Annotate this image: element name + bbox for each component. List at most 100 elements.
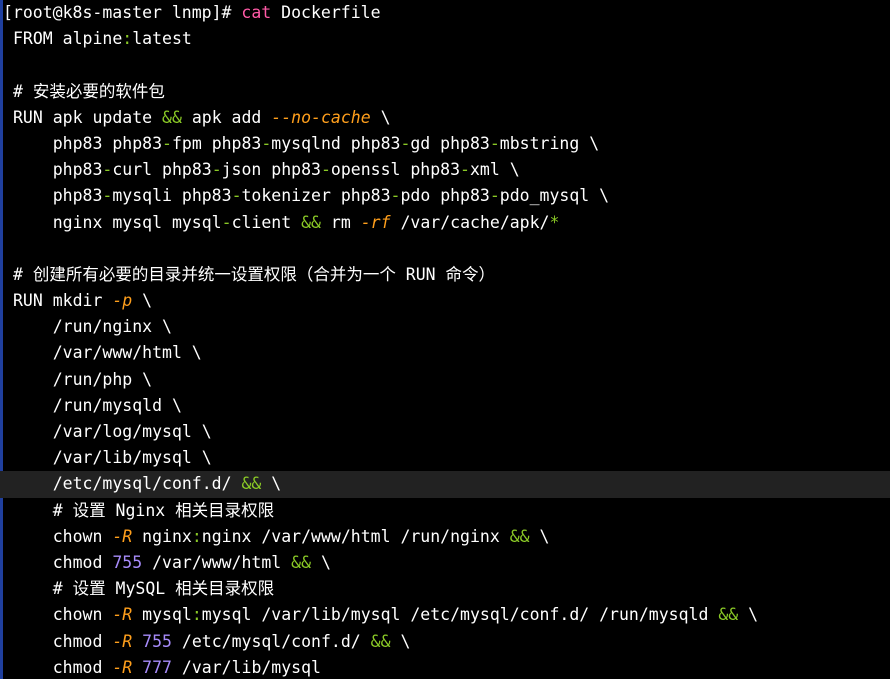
terminal-text: php83 php83: [13, 133, 163, 153]
terminal-text: :: [191, 526, 202, 546]
terminal-text: nginx: [132, 526, 192, 546]
terminal-line: /var/www/html \: [0, 340, 890, 366]
terminal-text: -: [320, 160, 331, 180]
terminal-text: /run/mysqld \: [13, 395, 182, 415]
terminal-text: -R: [112, 657, 133, 677]
terminal-text: -: [211, 160, 222, 180]
terminal-line: php83 php83-fpm php83-mysqlnd php83-gd p…: [0, 131, 890, 157]
terminal-line: /run/php \: [0, 367, 890, 393]
terminal-text: /run/nginx \: [13, 317, 172, 337]
terminal-text: *: [549, 212, 560, 232]
terminal-text: chmod: [13, 552, 113, 572]
terminal-text: -: [460, 160, 470, 180]
terminal-text: RUN apk update: [13, 107, 163, 127]
terminal-line: # 安装必要的软件包: [0, 79, 890, 105]
terminal-text: \: [370, 107, 391, 127]
terminal-text: -: [261, 133, 272, 153]
terminal-text: :: [122, 29, 133, 49]
terminal-text: &&: [241, 474, 262, 494]
terminal-line: /etc/mysql/conf.d/ && \: [0, 471, 890, 498]
terminal-text: latest: [132, 29, 192, 49]
terminal-text: -: [102, 186, 113, 206]
terminal-text: php83: [13, 186, 103, 206]
terminal-line: nginx mysql mysql-client && rm -rf /var/…: [0, 210, 890, 236]
terminal-text: /var/lib/mysql \: [13, 448, 212, 468]
terminal-text: client: [231, 212, 302, 232]
terminal-text: rm: [320, 212, 361, 232]
terminal-text: /var/log/mysql \: [13, 422, 212, 441]
terminal-text: pdo_mysql \: [499, 186, 610, 206]
terminal-text: /etc/mysql/conf.d/: [171, 631, 371, 651]
terminal-text: &&: [301, 212, 321, 232]
terminal-text: -: [489, 133, 500, 153]
terminal-text: mysql: [132, 605, 192, 625]
terminal-text: # 安装必要的软件包: [13, 81, 165, 101]
terminal-text: /var/lib/mysql: [171, 657, 321, 677]
terminal-text: Dockerfile: [271, 3, 381, 22]
terminal-text: \: [529, 526, 550, 546]
terminal-text: mysql /var/lib/mysql /etc/mysql/conf.d/ …: [201, 605, 719, 625]
terminal-text: -p: [112, 291, 133, 311]
terminal-text: -: [162, 133, 172, 153]
terminal-text: -: [400, 133, 411, 153]
terminal-text: json php83: [221, 160, 321, 180]
terminal-text: xml \: [469, 160, 520, 180]
terminal-line: # 设置 MySQL 相关目录权限: [0, 576, 890, 602]
terminal-text: mysqli php83: [112, 186, 232, 206]
terminal-text: # 设置 Nginx 相关目录权限: [13, 500, 275, 520]
terminal-text: --no-cache: [271, 107, 371, 127]
terminal-text: -: [102, 160, 113, 180]
terminal-text: -: [390, 186, 401, 206]
terminal-text: mysqlnd php83: [271, 133, 401, 153]
terminal-text: -: [231, 186, 242, 206]
terminal-text: php83: [13, 160, 103, 180]
terminal-line: chmod -R 755 /etc/mysql/conf.d/ && \: [0, 629, 890, 655]
terminal-text: -: [221, 212, 232, 232]
terminal-window[interactable]: [root@k8s-master lnmp]# cat Dockerfile FR…: [0, 0, 890, 679]
terminal-line: php83-mysqli php83-tokenizer php83-pdo p…: [0, 183, 890, 209]
terminal-text: chmod: [13, 631, 113, 651]
terminal-text: /var/www/html: [142, 552, 292, 572]
terminal-line: # 创建所有必要的目录并统一设置权限（合并为一个 RUN 命令）: [0, 262, 890, 288]
terminal-text: openssl php83: [330, 160, 461, 180]
terminal-text: \: [311, 552, 331, 572]
terminal-text: /var/cache/apk/: [390, 212, 550, 232]
terminal-line: FROM alpine:latest: [0, 26, 890, 52]
terminal-text: &&: [291, 552, 312, 572]
terminal-text: \: [132, 291, 153, 311]
terminal-line: chmod -R 777 /var/lib/mysql: [0, 655, 890, 679]
terminal-text: \: [390, 631, 411, 651]
terminal-text: \: [738, 605, 759, 625]
terminal-text: /etc/mysql/conf.d/: [13, 474, 242, 494]
terminal-text: 755: [142, 631, 172, 651]
terminal-text: fpm php83: [171, 133, 262, 153]
terminal-text: FROM alpine: [13, 29, 123, 49]
terminal-text: -R: [112, 526, 133, 546]
terminal-text: curl php83: [112, 160, 212, 180]
terminal-text: # 设置 MySQL 相关目录权限: [13, 579, 275, 599]
terminal-text: pdo php83: [400, 186, 490, 206]
terminal-text: &&: [370, 631, 391, 651]
terminal-text: &&: [162, 107, 182, 127]
terminal-text: [root@k8s-master lnmp]#: [3, 3, 242, 22]
terminal-text: -R: [112, 605, 133, 625]
terminal-text: apk add: [181, 107, 272, 127]
terminal-line: RUN mkdir -p \: [0, 288, 890, 314]
terminal-text: chown: [13, 605, 113, 625]
terminal-line: /run/mysqld \: [0, 393, 890, 419]
terminal-text: chown: [13, 526, 113, 546]
terminal-text: RUN mkdir: [13, 291, 113, 311]
terminal-line: /var/log/mysql \: [0, 419, 890, 445]
terminal-line: php83-curl php83-json php83-openssl php8…: [0, 157, 890, 183]
terminal-text: -rf: [360, 212, 391, 232]
shell-prompt-line: [root@k8s-master lnmp]# cat Dockerfile: [0, 0, 890, 26]
terminal-line: /run/nginx \: [0, 314, 890, 340]
terminal-line: # 设置 Nginx 相关目录权限: [0, 498, 890, 524]
terminal-text: 755: [112, 552, 143, 572]
terminal-output: [root@k8s-master lnmp]# cat Dockerfile FR…: [0, 0, 890, 679]
terminal-text: tokenizer php83: [241, 186, 391, 206]
